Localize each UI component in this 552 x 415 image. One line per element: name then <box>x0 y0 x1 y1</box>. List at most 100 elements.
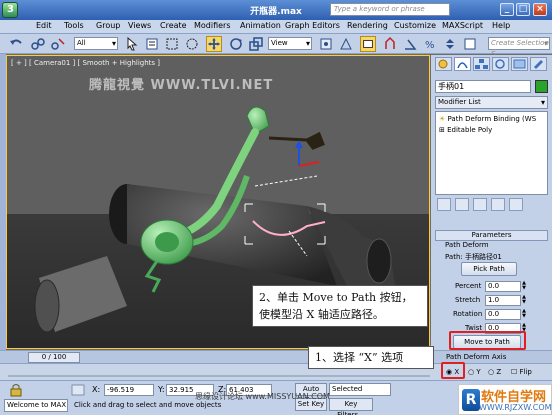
spinner-snap-icon[interactable] <box>442 36 458 52</box>
select-manipulate-icon[interactable] <box>338 36 354 52</box>
select-and-move-icon[interactable] <box>206 36 222 52</box>
lock-selection-icon[interactable] <box>8 383 26 397</box>
menu-create[interactable]: Create <box>160 21 187 30</box>
axis-z-option[interactable]: ○ Z <box>488 368 501 376</box>
time-slider[interactable]: 0 / 100 <box>28 352 80 363</box>
menu-maxscript[interactable]: MAXScript <box>442 21 483 30</box>
rectangular-selection-icon[interactable] <box>164 36 180 52</box>
spinner-arrows-icon[interactable]: ▲ ▼ <box>521 295 527 306</box>
menu-graph-editors[interactable]: Graph Editors <box>285 21 340 30</box>
undo-icon[interactable] <box>8 36 24 52</box>
menu-help[interactable]: Help <box>492 21 510 30</box>
tab-create[interactable] <box>435 57 452 71</box>
prompt-line: Click and drag to select and move object… <box>74 401 222 409</box>
path-deform-group-title: Path Deform <box>445 241 489 249</box>
reference-coordinate-dropdown[interactable]: View <box>268 37 312 50</box>
create-tab-icon <box>438 59 448 69</box>
gizmo-x-axis <box>298 161 320 167</box>
display-tab-icon <box>513 59 526 69</box>
make-unique-icon[interactable] <box>473 198 487 211</box>
object-name-field[interactable]: 手柄01 <box>435 80 531 93</box>
title-bar: 开瓶器.max _ □ × <box>0 0 552 20</box>
radio-icon[interactable]: ○ <box>488 368 494 376</box>
axis-y-label: Y <box>476 368 481 376</box>
axis-y-option[interactable]: ○ Y <box>468 368 481 376</box>
snaps-toggle-icon[interactable] <box>382 36 398 52</box>
show-end-result-icon[interactable] <box>455 198 469 211</box>
menu-group[interactable]: Group <box>96 21 120 30</box>
stack-item-label: Editable Poly <box>447 126 493 134</box>
menu-tools[interactable]: Tools <box>64 21 84 30</box>
pin-stack-icon[interactable] <box>437 198 451 211</box>
object-color-swatch[interactable] <box>535 80 548 93</box>
key-mode-dropdown[interactable]: Selected <box>329 383 391 396</box>
minimize-button[interactable]: _ <box>500 3 514 16</box>
stretch-spinner[interactable]: 1.0 <box>485 295 521 306</box>
key-object <box>268 131 325 150</box>
menu-customize[interactable]: Customize <box>394 21 436 30</box>
command-panel: 手柄01 Modifier List ☀ Path Deform Binding… <box>431 55 552 350</box>
select-and-scale-icon[interactable] <box>248 36 264 52</box>
tab-modify[interactable] <box>454 57 471 71</box>
absolute-mode-icon[interactable] <box>70 383 88 397</box>
stretch-label: Stretch <box>455 296 481 304</box>
handle-cylinder-end <box>34 279 60 333</box>
flip-option[interactable]: ☐ Flip <box>511 368 532 376</box>
spinner-arrows-icon[interactable]: ▲ ▼ <box>521 309 527 320</box>
menu-rendering[interactable]: Rendering <box>347 21 388 30</box>
remove-modifier-icon[interactable] <box>491 198 505 211</box>
modify-tab-icon <box>457 62 468 69</box>
modifier-stack: ☀ Path Deform Binding (WS ⊞ Editable Pol… <box>435 111 548 195</box>
keyboard-shortcut-override-icon[interactable] <box>360 36 376 52</box>
axis-z-label: Z <box>496 368 502 376</box>
stack-item-editable-poly[interactable]: ⊞ Editable Poly <box>439 126 492 134</box>
menu-edit[interactable]: Edit <box>36 21 52 30</box>
radio-icon[interactable]: ○ <box>468 368 474 376</box>
y-coord-label: Y: <box>158 385 165 394</box>
edit-named-selection-icon[interactable] <box>462 36 478 52</box>
select-object-icon[interactable] <box>124 36 140 52</box>
select-by-name-icon[interactable] <box>144 36 160 52</box>
maximize-button[interactable]: □ <box>516 3 530 16</box>
link-icon[interactable] <box>30 36 46 52</box>
configure-modifier-sets-icon[interactable] <box>509 198 523 211</box>
x-coord-label: X: <box>92 385 101 394</box>
named-selection-sets-input[interactable]: Create Selection S <box>488 37 550 58</box>
opener-head-inner <box>155 232 179 252</box>
percent-spinner[interactable]: 0.0 <box>485 281 521 292</box>
hierarchy-tab-icon <box>475 59 488 69</box>
select-and-rotate-icon[interactable] <box>228 36 244 52</box>
selection-filter-dropdown[interactable]: All <box>74 37 118 50</box>
tab-utilities[interactable] <box>530 57 547 71</box>
spinner-arrows-icon[interactable]: ▲ ▼ <box>521 281 527 292</box>
menu-animation[interactable]: Animation <box>240 21 281 30</box>
window-crossing-icon[interactable] <box>184 36 200 52</box>
unlink-icon[interactable] <box>50 36 66 52</box>
parameters-rollout-header[interactable]: Parameters <box>435 230 548 241</box>
bottle-mouth <box>366 238 392 284</box>
percent-snap-icon[interactable]: % <box>422 36 438 52</box>
lightbulb-icon[interactable]: ☀ <box>439 115 445 123</box>
pivot-center-icon[interactable] <box>318 36 334 52</box>
menu-modifiers[interactable]: Modifiers <box>194 21 231 30</box>
menu-views[interactable]: Views <box>128 21 151 30</box>
stack-item-path-deform[interactable]: ☀ Path Deform Binding (WS <box>439 115 536 123</box>
flip-label: Flip <box>519 368 532 376</box>
tab-motion[interactable] <box>492 57 509 71</box>
checkbox-icon[interactable]: ☐ <box>511 368 517 376</box>
rotation-spinner[interactable]: 0.0 <box>485 309 521 320</box>
keyword-search-input[interactable]: Type a keyword or phrase <box>330 3 450 16</box>
logo-url-text: WWW.RJZXW.COM <box>479 403 552 412</box>
x-coord-field[interactable]: -96.519 <box>104 384 154 396</box>
callout-select-x: 1、选择 “X” 选项 <box>308 346 434 369</box>
modifier-list-dropdown[interactable]: Modifier List <box>435 96 548 109</box>
angle-snap-icon[interactable] <box>402 36 418 52</box>
key-filters-button[interactable]: Key Filters... <box>329 398 373 415</box>
pick-path-button[interactable]: Pick Path <box>461 262 517 276</box>
tab-display[interactable] <box>511 57 528 71</box>
tab-hierarchy[interactable] <box>473 57 490 71</box>
maxscript-listener[interactable]: Welcome to MAX <box>4 399 68 412</box>
expand-plus-icon[interactable]: ⊞ <box>439 126 445 134</box>
camera-viewport[interactable]: [ + ] [ Camera01 ] [ Smooth + Highlights… <box>6 55 430 349</box>
close-button[interactable]: × <box>533 3 547 16</box>
